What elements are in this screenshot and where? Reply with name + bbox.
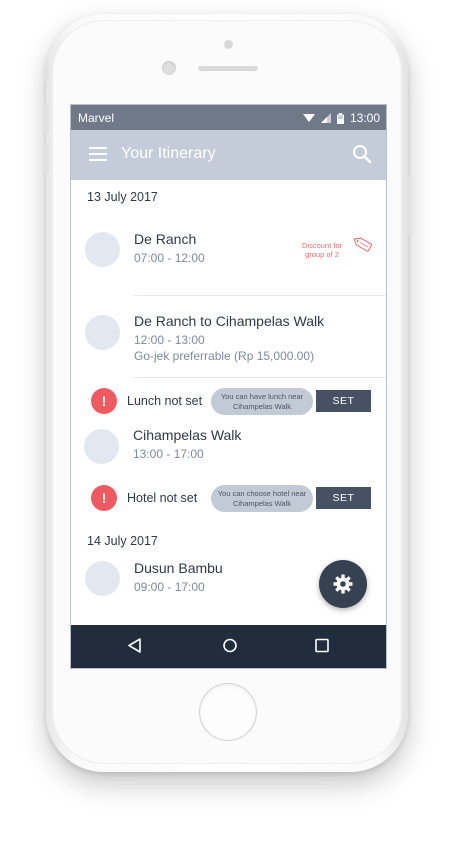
home-button[interactable] — [199, 683, 257, 741]
stop-title[interactable]: Dusun Bambu — [134, 560, 223, 576]
discount-text: Discount for group of 2 — [296, 241, 348, 259]
exclamation-icon: ! — [91, 388, 117, 414]
stop-avatar — [85, 561, 120, 596]
lunch-alert-row: ! Lunch not set You can have lunch near … — [71, 388, 386, 416]
list-divider — [133, 295, 386, 296]
stop-title[interactable]: De Ranch — [134, 231, 196, 247]
day-header: 13 July 2017 — [87, 190, 158, 204]
status-icons — [303, 112, 344, 124]
stop-time: 13:00 - 17:00 — [133, 447, 204, 461]
exclamation-icon: ! — [91, 485, 117, 511]
mute-switch — [44, 66, 49, 80]
front-camera — [162, 61, 176, 75]
tag-icon — [353, 237, 372, 253]
lunch-hint-pill: You can have lunch near Cihampelas Walk — [211, 388, 313, 415]
day-header: 14 July 2017 — [87, 534, 158, 548]
back-triangle-icon[interactable] — [127, 637, 143, 654]
signal-icon — [321, 113, 331, 123]
proximity-sensor — [224, 40, 233, 49]
list-divider — [133, 377, 386, 378]
status-time: 13:00 — [349, 111, 380, 125]
settings-fab[interactable] — [319, 560, 367, 608]
app-bar: Your Itinerary — [71, 130, 386, 180]
stop-time: 09:00 - 17:00 — [134, 580, 205, 594]
recents-square-icon[interactable] — [314, 637, 330, 654]
transit-note: Go-jek preferrable (Rp 15,000.00) — [134, 349, 315, 363]
earpiece-speaker — [198, 66, 258, 71]
page-title: Your Itinerary — [121, 145, 216, 162]
hotel-alert-row: ! Hotel not set You can choose hotel nea… — [71, 485, 386, 513]
hotel-hint-pill: You can choose hotel near Cihampelas Wal… — [211, 485, 313, 512]
status-bar: Marvel 13:00 — [71, 105, 386, 130]
set-lunch-button[interactable]: SET — [316, 390, 371, 412]
android-nav-bar — [71, 625, 386, 668]
discount-line-2: group of 2 — [305, 250, 339, 259]
hotel-hint-line-1: You can choose hotel near — [217, 489, 307, 498]
power-button — [406, 176, 411, 234]
stop-avatar — [85, 232, 120, 267]
hotel-alert-label: Hotel not set — [127, 491, 198, 505]
lunch-hint-line-2: Cihampelas Walk — [232, 402, 292, 411]
battery-icon — [337, 112, 344, 124]
set-hotel-button[interactable]: SET — [316, 487, 371, 509]
stop-title[interactable]: Cihampelas Walk — [133, 427, 241, 443]
search-icon[interactable] — [352, 144, 372, 164]
discount-line-1: Discount for — [301, 241, 343, 250]
transit-avatar — [85, 315, 120, 350]
wifi-icon — [303, 114, 315, 122]
hamburger-icon[interactable] — [89, 147, 107, 161]
lunch-alert-label: Lunch not set — [127, 394, 203, 408]
transit-title[interactable]: De Ranch to Cihampelas Walk — [134, 313, 324, 329]
home-circle-icon[interactable] — [222, 637, 238, 654]
stop-time: 07:00 - 12:00 — [134, 251, 205, 265]
volume-down-button — [44, 144, 49, 174]
lunch-hint-line-1: You can have lunch near — [220, 392, 304, 401]
carrier-name: Marvel — [78, 111, 115, 125]
hotel-hint-line-2: Cihampelas Walk — [232, 499, 292, 508]
volume-up-button — [44, 104, 49, 134]
discount-badge[interactable]: Discount for group of 2 — [296, 236, 376, 266]
app-screen: Marvel 13:00 Your Itinerary 13 July 2017… — [70, 104, 387, 669]
stop-avatar — [84, 429, 119, 464]
transit-time: 12:00 - 13:00 — [134, 333, 205, 347]
gear-icon — [333, 574, 353, 594]
